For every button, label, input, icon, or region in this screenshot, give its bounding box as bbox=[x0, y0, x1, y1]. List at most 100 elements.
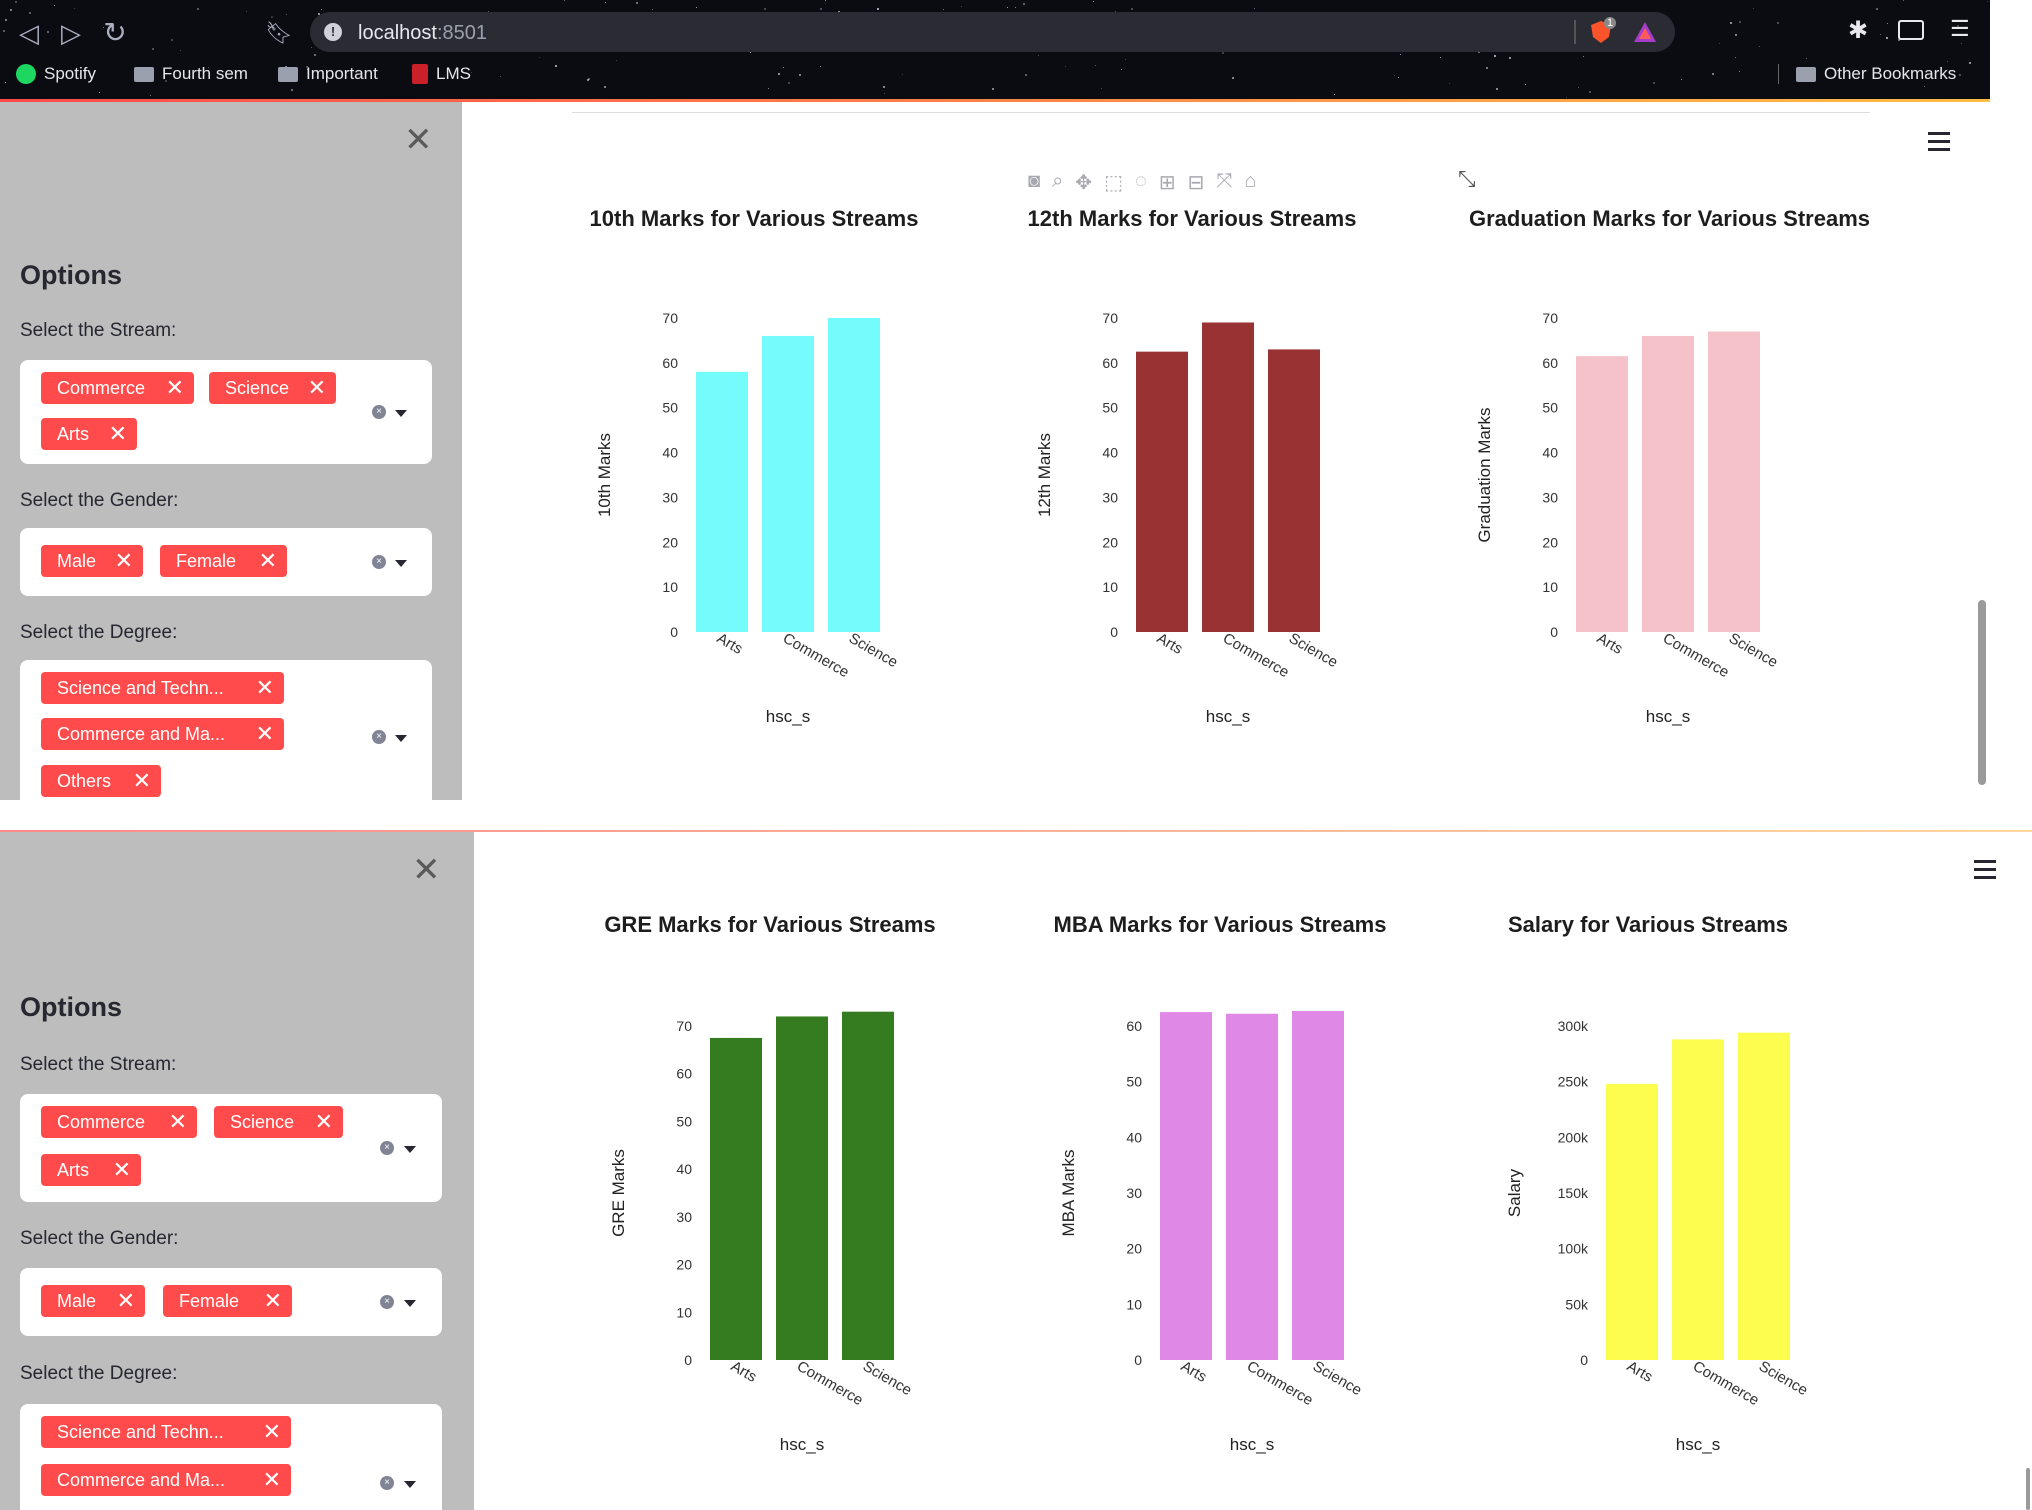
tag-female[interactable]: Female ✕ bbox=[160, 545, 287, 577]
gender-multiselect[interactable]: Male ✕ Female ✕ × bbox=[20, 1268, 442, 1336]
clear-all-icon[interactable]: × bbox=[380, 1476, 394, 1490]
bookmark-important[interactable]: Important bbox=[278, 64, 378, 84]
remove-tag-icon[interactable]: ✕ bbox=[166, 372, 184, 404]
home-icon[interactable]: ⌂ bbox=[1244, 170, 1256, 195]
remove-tag-icon[interactable]: ✕ bbox=[113, 1154, 131, 1186]
bar-arts bbox=[696, 371, 748, 632]
fullscreen-icon[interactable]: ⤡ bbox=[1458, 166, 1476, 192]
close-sidebar-icon[interactable]: ✕ bbox=[412, 850, 441, 890]
rewards-icon[interactable] bbox=[1632, 19, 1658, 45]
y-tick-label: 200k bbox=[1558, 1129, 1589, 1145]
tag-commerce-and-management[interactable]: Commerce and Ma... ✕ bbox=[41, 718, 284, 750]
dropdown-caret-icon[interactable] bbox=[395, 560, 407, 567]
extensions-icon[interactable]: ✱ bbox=[1848, 16, 1874, 44]
remove-tag-icon[interactable]: ✕ bbox=[256, 718, 274, 750]
reload-icon[interactable]: ↻ bbox=[100, 18, 130, 48]
main-menu-icon[interactable] bbox=[1974, 860, 1996, 884]
clear-all-icon[interactable]: × bbox=[372, 405, 386, 419]
y-tick-label: 0 bbox=[1580, 1352, 1588, 1368]
bookmark-spotify[interactable]: Spotify bbox=[16, 64, 96, 84]
forward-icon[interactable]: ▷ bbox=[56, 18, 86, 48]
tag-arts[interactable]: Arts ✕ bbox=[41, 418, 137, 450]
bookmark-icon[interactable]: 🔖︎ bbox=[264, 18, 294, 48]
remove-tag-icon[interactable]: ✕ bbox=[263, 1416, 281, 1448]
remove-tag-icon[interactable]: ✕ bbox=[117, 1285, 135, 1317]
tag-science-and-technology[interactable]: Science and Techn... ✕ bbox=[41, 672, 284, 704]
tag-commerce-and-management[interactable]: Commerce and Ma... ✕ bbox=[41, 1464, 291, 1496]
y-tick-label: 60 bbox=[676, 1066, 692, 1082]
lasso-icon[interactable]: ◌ bbox=[1135, 170, 1147, 195]
tag-others[interactable]: Others ✕ bbox=[41, 765, 161, 797]
y-tick-label: 30 bbox=[1542, 489, 1558, 505]
address-bar[interactable]: ! localhost:8501 1 bbox=[310, 12, 1675, 52]
gender-multiselect[interactable]: Male ✕ Female ✕ × bbox=[20, 528, 432, 596]
remove-tag-icon[interactable]: ✕ bbox=[308, 372, 326, 404]
camera-icon[interactable]: ◙ bbox=[1028, 170, 1040, 195]
x-tick-label: Arts bbox=[1178, 1358, 1210, 1386]
scrollbar-thumb[interactable] bbox=[1978, 600, 1986, 785]
tag-male[interactable]: Male ✕ bbox=[41, 545, 143, 577]
other-bookmarks[interactable]: Other Bookmarks bbox=[1796, 64, 1956, 84]
remove-tag-icon[interactable]: ✕ bbox=[264, 1285, 282, 1317]
tag-female[interactable]: Female ✕ bbox=[163, 1285, 292, 1317]
stream-multiselect[interactable]: Commerce ✕ Science ✕ Arts ✕ × bbox=[20, 1094, 442, 1202]
bookmark-fourth-sem[interactable]: Fourth sem bbox=[134, 64, 248, 84]
y-tick-label: 20 bbox=[676, 1257, 692, 1273]
x-tick-label: Commerce bbox=[794, 1358, 866, 1409]
tag-commerce[interactable]: Commerce ✕ bbox=[41, 372, 194, 404]
dropdown-caret-icon[interactable] bbox=[404, 1481, 416, 1488]
tag-science-and-technology[interactable]: Science and Techn... ✕ bbox=[41, 1416, 291, 1448]
y-tick-label: 20 bbox=[1102, 534, 1118, 550]
stream-multiselect[interactable]: Commerce ✕ Science ✕ Arts ✕ × bbox=[20, 360, 432, 464]
remove-tag-icon[interactable]: ✕ bbox=[109, 418, 127, 450]
brave-shield-icon[interactable]: 1 bbox=[1588, 17, 1617, 45]
zoom-out-icon[interactable]: ⊟ bbox=[1188, 170, 1205, 195]
clear-all-icon[interactable]: × bbox=[380, 1295, 394, 1309]
url-port: :8501 bbox=[436, 22, 487, 44]
pan-icon[interactable]: ✥ bbox=[1075, 170, 1092, 195]
clear-all-icon[interactable]: × bbox=[372, 555, 386, 569]
tag-arts[interactable]: Arts ✕ bbox=[41, 1154, 141, 1186]
browser-menu-icon[interactable]: ☰ bbox=[1950, 16, 1976, 42]
tag-commerce[interactable]: Commerce ✕ bbox=[41, 1106, 197, 1138]
degree-multiselect[interactable]: Science and Techn... ✕ Commerce and Ma...… bbox=[20, 1404, 442, 1510]
bottom-app-panel: ✕ Options Select the Stream: Commerce ✕ S… bbox=[0, 832, 2032, 1510]
back-icon[interactable]: ◁ bbox=[14, 18, 44, 48]
tag-male[interactable]: Male ✕ bbox=[41, 1285, 145, 1317]
y-tick-label: 40 bbox=[662, 445, 678, 461]
autoscale-icon[interactable]: ⤧ bbox=[1216, 170, 1232, 195]
remove-tag-icon[interactable]: ✕ bbox=[115, 545, 133, 577]
clear-all-icon[interactable]: × bbox=[380, 1141, 394, 1155]
zoom-in-icon[interactable]: ⊞ bbox=[1159, 170, 1176, 195]
dropdown-caret-icon[interactable] bbox=[395, 735, 407, 742]
remove-tag-icon[interactable]: ✕ bbox=[133, 765, 151, 797]
y-tick-label: 60 bbox=[1126, 1018, 1142, 1034]
bar-arts bbox=[1606, 1083, 1658, 1360]
box-select-icon[interactable]: ⬚ bbox=[1104, 170, 1123, 195]
close-sidebar-icon[interactable]: ✕ bbox=[404, 120, 433, 160]
remove-tag-icon[interactable]: ✕ bbox=[315, 1106, 333, 1138]
top-app-panel: ✕ Options Select the Stream: Commerce ✕ S… bbox=[0, 102, 2032, 830]
sidebar: ✕ Options Select the Stream: Commerce ✕ S… bbox=[0, 832, 474, 1510]
bookmark-lms[interactable]: LMS bbox=[412, 64, 471, 84]
remove-tag-icon[interactable]: ✕ bbox=[259, 545, 277, 577]
y-tick-label: 20 bbox=[1126, 1241, 1142, 1257]
clear-all-icon[interactable]: × bbox=[372, 730, 386, 744]
wallet-icon[interactable] bbox=[1898, 16, 1924, 42]
dropdown-caret-icon[interactable] bbox=[404, 1300, 416, 1307]
tag-science[interactable]: Science ✕ bbox=[209, 372, 336, 404]
scrollbar-thumb[interactable] bbox=[2026, 1468, 2030, 1510]
y-tick-label: 0 bbox=[1550, 624, 1558, 640]
degree-multiselect[interactable]: Science and Techn... ✕ Commerce and Ma...… bbox=[20, 660, 432, 820]
dropdown-caret-icon[interactable] bbox=[395, 410, 407, 417]
y-tick-label: 0 bbox=[1134, 1352, 1142, 1368]
remove-tag-icon[interactable]: ✕ bbox=[169, 1106, 187, 1138]
remove-tag-icon[interactable]: ✕ bbox=[263, 1464, 281, 1496]
y-tick-label: 50 bbox=[1126, 1074, 1142, 1090]
remove-tag-icon[interactable]: ✕ bbox=[256, 672, 274, 704]
dropdown-caret-icon[interactable] bbox=[404, 1146, 416, 1153]
zoom-icon[interactable]: ⌕ bbox=[1052, 170, 1063, 195]
site-info-icon[interactable]: ! bbox=[324, 23, 342, 41]
tag-science[interactable]: Science ✕ bbox=[214, 1106, 343, 1138]
main-menu-icon[interactable] bbox=[1928, 132, 1950, 156]
